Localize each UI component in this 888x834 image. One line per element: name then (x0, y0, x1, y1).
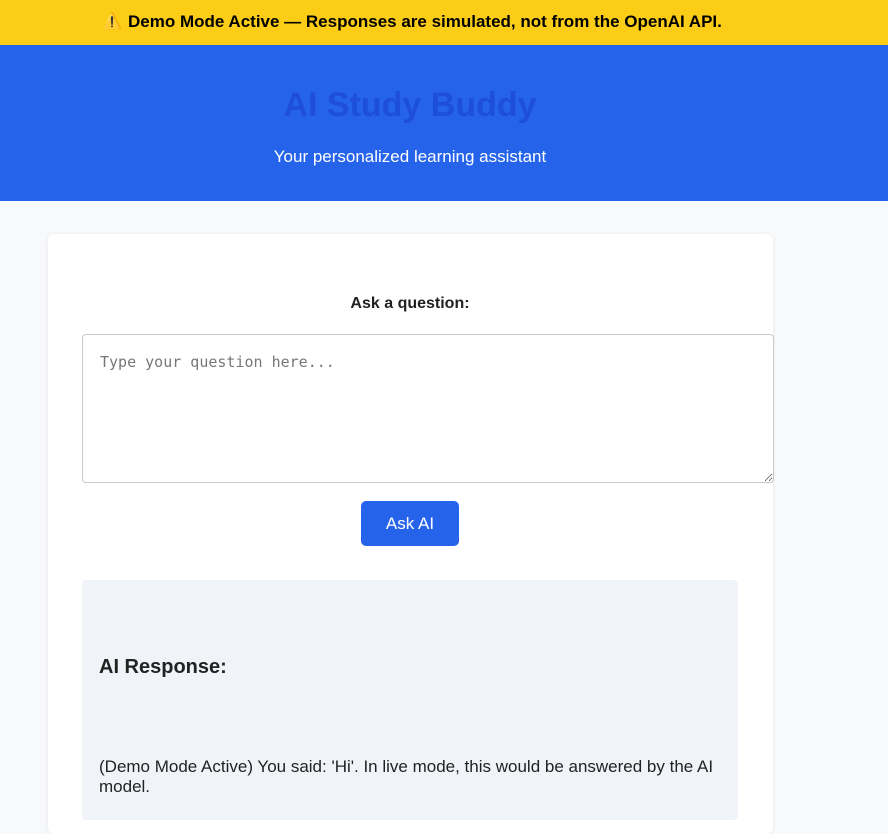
page-subtitle: Your personalized learning assistant (273, 147, 547, 166)
question-card: Ask a question: Ask AI AI Response: (Dem… (48, 234, 774, 834)
response-title: AI Response: (99, 656, 227, 678)
page-header: AI Study Buddy Your personalized learnin… (0, 45, 888, 201)
demo-mode-banner: ⚠️ Demo Mode Active — Responses are simu… (0, 0, 888, 45)
question-label: Ask a question: (350, 295, 470, 312)
warning-icon: ⚠️ (102, 13, 122, 30)
demo-mode-text: Demo Mode Active — Responses are simulat… (128, 12, 722, 31)
question-input[interactable] (82, 334, 774, 483)
page-title: AI Study Buddy (283, 86, 537, 124)
ask-ai-button[interactable]: Ask AI (361, 501, 459, 546)
response-text: (Demo Mode Active) You said: 'Hi'. In li… (99, 757, 714, 796)
ai-response-panel: AI Response: (Demo Mode Active) You said… (82, 580, 738, 820)
